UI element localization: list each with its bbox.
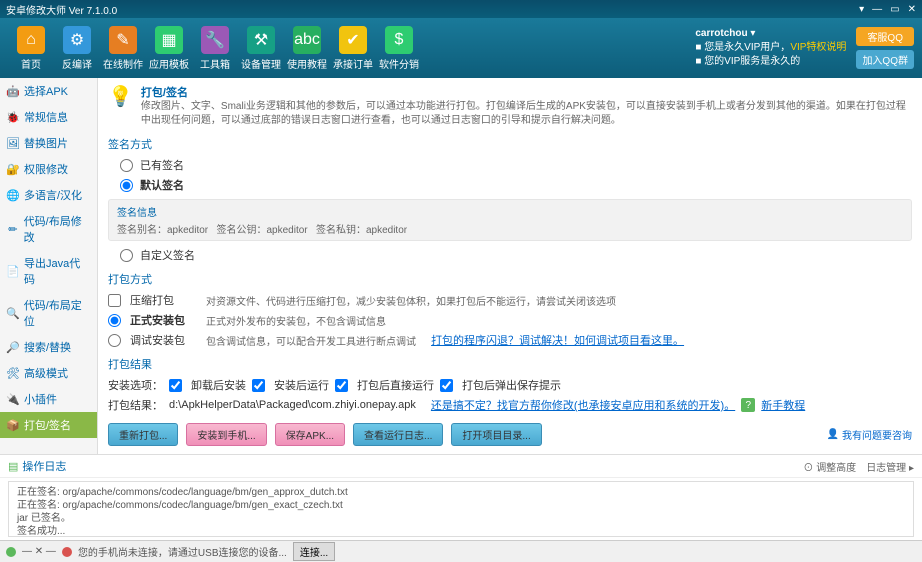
toolbar-设备管理[interactable]: ⚒设备管理 xyxy=(238,26,284,71)
sidebar-item-2[interactable]: 🖼替换图片 xyxy=(0,130,97,156)
sidebar-icon: 📦 xyxy=(6,418,20,432)
toolbar-icon: $ xyxy=(385,26,413,54)
user-icon: 👤 xyxy=(827,429,839,440)
sidebar-item-6[interactable]: 📄导出Java代码 xyxy=(0,250,97,292)
default-sign-radio[interactable] xyxy=(120,179,133,192)
sidebar-item-9[interactable]: 🛠高级模式 xyxy=(0,360,97,386)
toolbar-反编译[interactable]: ⚙反编译 xyxy=(54,26,100,71)
tutorial-link[interactable]: 新手教程 xyxy=(761,397,805,413)
connect-button[interactable]: 连接... xyxy=(293,542,335,561)
repack-button[interactable]: 重新打包... xyxy=(108,423,178,446)
sidebar-item-7[interactable]: 🔍代码/布局定位 xyxy=(0,292,97,334)
sign-info-box: 签名信息 签名别名：apkeditor 签名公钥：apkeditor 签名私钥：… xyxy=(108,199,912,241)
toolbar-首页[interactable]: ⌂首页 xyxy=(8,26,54,71)
save-prompt-checkbox[interactable] xyxy=(440,379,453,392)
user-panel: carrotchou ▾ ■ 您是永久VIP用户，VIP特权说明 ■ 您的VIP… xyxy=(695,27,846,69)
username: carrotchou xyxy=(695,28,747,39)
pack-method-title: 打包方式 xyxy=(108,271,912,287)
release-pkg-radio[interactable] xyxy=(108,314,121,327)
custom-sign-radio[interactable] xyxy=(120,249,133,262)
pack-result-title: 打包结果 xyxy=(108,356,912,372)
sidebar-icon: 🔌 xyxy=(6,392,20,406)
sidebar-item-11[interactable]: 📦打包/签名 xyxy=(0,412,97,438)
sidebar-icon: 🔍 xyxy=(6,306,20,320)
vip-info-link[interactable]: VIP特权说明 xyxy=(790,42,846,53)
maximize-button[interactable]: ▭ xyxy=(890,4,899,15)
sidebar-icon: 📄 xyxy=(6,264,20,278)
sidebar-icon: 🌐 xyxy=(6,188,20,202)
sidebar-item-5[interactable]: ✏代码/布局修改 xyxy=(0,208,97,250)
status-dot-red xyxy=(62,547,72,557)
sidebar-icon: ✏ xyxy=(6,222,20,236)
join-qq-button[interactable]: 加入QQ群 xyxy=(856,50,914,69)
uninstall-first-checkbox[interactable] xyxy=(169,379,182,392)
toolbar-icon: 🔧 xyxy=(201,26,229,54)
section-desc: 修改图片、文字、Smali业务逻辑和其他的参数后，可以通过本功能进行打包。打包编… xyxy=(141,100,912,128)
sidebar-item-1[interactable]: 🐞常规信息 xyxy=(0,104,97,130)
sidebar-item-8[interactable]: 🔎搜索/替换 xyxy=(0,334,97,360)
toolbar-icon: ✎ xyxy=(109,26,137,54)
toolbar-icon: ⚒ xyxy=(247,26,275,54)
sidebar-item-3[interactable]: 🔐权限修改 xyxy=(0,156,97,182)
toolbar-使用教程[interactable]: abc使用教程 xyxy=(284,26,330,71)
log-manage-button[interactable]: 日志管理 ▸ xyxy=(866,459,914,474)
close-button[interactable]: ✕ xyxy=(908,4,916,15)
compress-checkbox[interactable] xyxy=(108,294,121,307)
sidebar: 🤖选择APK🐞常规信息🖼替换图片🔐权限修改🌐多语言/汉化✏代码/布局修改📄导出J… xyxy=(0,78,98,502)
sidebar-icon: 🐞 xyxy=(6,110,20,124)
sidebar-icon: 🛠 xyxy=(6,366,20,380)
lightbulb-icon: 💡 xyxy=(108,84,133,128)
toolbar-icon: ⚙ xyxy=(63,26,91,54)
toolbar-在线制作[interactable]: ✎在线制作 xyxy=(100,26,146,71)
existing-sign-radio[interactable] xyxy=(120,159,133,172)
sidebar-item-10[interactable]: 🔌小插件 xyxy=(0,386,97,412)
output-path: d:\ApkHelperData\Packaged\com.zhiyi.onep… xyxy=(169,399,416,411)
toolbar-软件分销[interactable]: $软件分销 xyxy=(376,26,422,71)
log-icon: ▤ xyxy=(8,460,18,473)
install-phone-button[interactable]: 安装到手机... xyxy=(186,423,266,446)
sidebar-icon: 🖼 xyxy=(6,136,20,150)
log-title: 操作日志 xyxy=(22,458,66,474)
toolbar-icon: abc xyxy=(293,26,321,54)
view-log-button[interactable]: 查看运行日志... xyxy=(353,423,443,446)
toolbar-承接订单[interactable]: ✔承接订单 xyxy=(330,26,376,71)
sidebar-item-0[interactable]: 🤖选择APK xyxy=(0,78,97,104)
customer-qq-button[interactable]: 客服QQ xyxy=(856,27,914,46)
sign-method-title: 签名方式 xyxy=(108,136,912,152)
sidebar-icon: 🔐 xyxy=(6,162,20,176)
sidebar-icon: 🤖 xyxy=(6,84,20,98)
sidebar-item-4[interactable]: 🌐多语言/汉化 xyxy=(0,182,97,208)
minimize-button[interactable]: — xyxy=(872,4,882,15)
user-dropdown-icon[interactable]: ▾ xyxy=(750,28,755,39)
save-apk-button[interactable]: 保存APK... xyxy=(275,423,345,446)
toolbar-应用模板[interactable]: ▦应用模板 xyxy=(146,26,192,71)
debug-pkg-radio[interactable] xyxy=(108,334,121,347)
toolbar-icon: ✔ xyxy=(339,26,367,54)
status-text: 您的手机尚未连接，请通过USB连接您的设备... xyxy=(78,544,287,559)
toolbar-icon: ▦ xyxy=(155,26,183,54)
official-help-link[interactable]: 还是搞不定？找官方帮你修改(也承接安卓应用和系统的开发)。 xyxy=(431,397,735,413)
open-dir-button[interactable]: 打开项目目录... xyxy=(451,423,541,446)
section-title: 打包/签名 xyxy=(141,84,912,100)
run-after-pack-checkbox[interactable] xyxy=(335,379,348,392)
adjust-height-button[interactable]: ⊙ 调整高度 xyxy=(803,459,856,474)
run-after-install-checkbox[interactable] xyxy=(252,379,265,392)
sidebar-icon: 🔎 xyxy=(6,340,20,354)
help-icon[interactable]: ? xyxy=(741,398,755,412)
debug-help-link[interactable]: 打包的程序闪退？调试解决！如何调试项目看这里。 xyxy=(431,332,684,348)
consult-link[interactable]: 👤我有问题要咨询 xyxy=(827,427,912,442)
dropdown-icon[interactable]: ▾ xyxy=(859,4,864,15)
status-dot-green xyxy=(6,547,16,557)
toolbar-icon: ⌂ xyxy=(17,26,45,54)
window-title: 安卓修改大师 Ver 7.1.0.0 xyxy=(6,2,859,17)
toolbar-工具箱[interactable]: 🔧工具箱 xyxy=(192,26,238,71)
log-body[interactable]: 正在签名: org/apache/commons/codec/language/… xyxy=(8,481,914,537)
